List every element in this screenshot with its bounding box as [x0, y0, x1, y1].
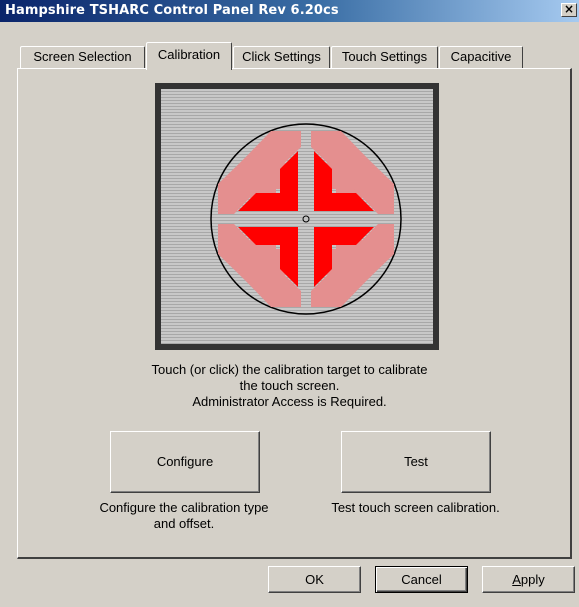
tab-capacitive[interactable]: Capacitive — [439, 46, 523, 68]
close-icon: × — [563, 2, 575, 16]
apply-button-label: pply — [520, 572, 545, 587]
apply-button[interactable]: Apply — [482, 566, 575, 593]
instruction-line: Administrator Access is Required. — [192, 394, 387, 409]
instruction-line: Touch (or click) the calibration target … — [151, 362, 428, 377]
window-title: Hampshire TSHARC Control Panel Rev 6.20c… — [5, 3, 339, 18]
configure-caption: Configure the calibration type and offse… — [84, 500, 284, 532]
tab-label: Click Settings — [242, 49, 321, 64]
test-button[interactable]: Test — [341, 431, 491, 493]
cancel-button[interactable]: Cancel — [375, 566, 468, 593]
tab-label: Capacitive — [450, 49, 512, 64]
configure-button-label: Configure — [156, 454, 214, 469]
tab-calibration[interactable]: Calibration — [146, 42, 232, 70]
title-bar[interactable]: Hampshire TSHARC Control Panel Rev 6.20c… — [0, 0, 579, 22]
tab-touch-settings[interactable]: Touch Settings — [331, 46, 438, 68]
ok-button-label: OK — [305, 572, 324, 587]
instruction-line: the touch screen. — [239, 378, 340, 393]
calibration-target-icon — [210, 123, 402, 315]
calibration-target[interactable] — [155, 83, 439, 350]
tab-click-settings[interactable]: Click Settings — [233, 46, 330, 68]
apply-accelerator: A — [512, 572, 521, 587]
configure-caption-line: and offset. — [153, 516, 215, 531]
test-caption: Test touch screen calibration. — [308, 500, 523, 516]
control-panel-window: Hampshire TSHARC Control Panel Rev 6.20c… — [0, 0, 579, 607]
close-button[interactable]: × — [561, 3, 577, 17]
tab-label: Touch Settings — [341, 49, 428, 64]
configure-button[interactable]: Configure — [110, 431, 260, 493]
cancel-button-label: Cancel — [401, 572, 442, 587]
calibration-instructions: Touch (or click) the calibration target … — [0, 362, 579, 410]
tab-label: Calibration — [157, 47, 221, 62]
tab-screen-selection[interactable]: Screen Selection — [20, 46, 145, 68]
test-caption-line: Test touch screen calibration. — [331, 500, 500, 515]
test-button-label: Test — [404, 454, 428, 469]
ok-button[interactable]: OK — [268, 566, 361, 593]
configure-caption-line: Configure the calibration type — [99, 500, 269, 515]
tab-label: Screen Selection — [33, 49, 132, 64]
